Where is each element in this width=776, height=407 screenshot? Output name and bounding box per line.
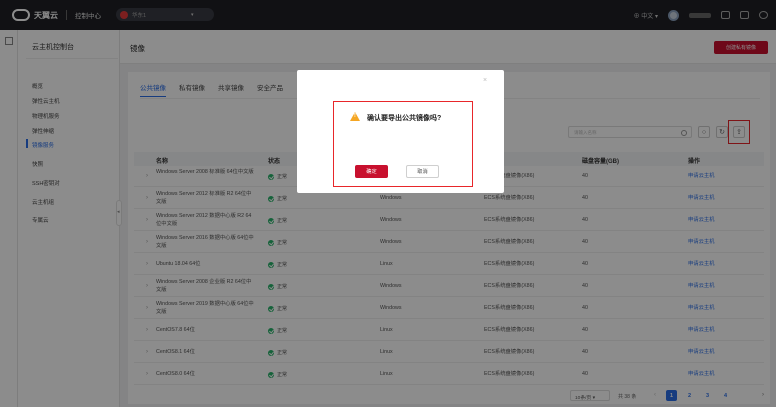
dialog-message: 确认要导出公共镜像吗?: [367, 115, 442, 122]
warning-icon: !: [350, 112, 360, 121]
modal-overlay[interactable]: [0, 0, 776, 407]
cancel-button[interactable]: 取消: [406, 165, 439, 178]
close-icon[interactable]: ×: [483, 77, 487, 84]
confirm-button[interactable]: 确定: [355, 165, 388, 178]
confirm-dialog: × ! 确认要导出公共镜像吗? 确定 取消: [297, 70, 504, 193]
